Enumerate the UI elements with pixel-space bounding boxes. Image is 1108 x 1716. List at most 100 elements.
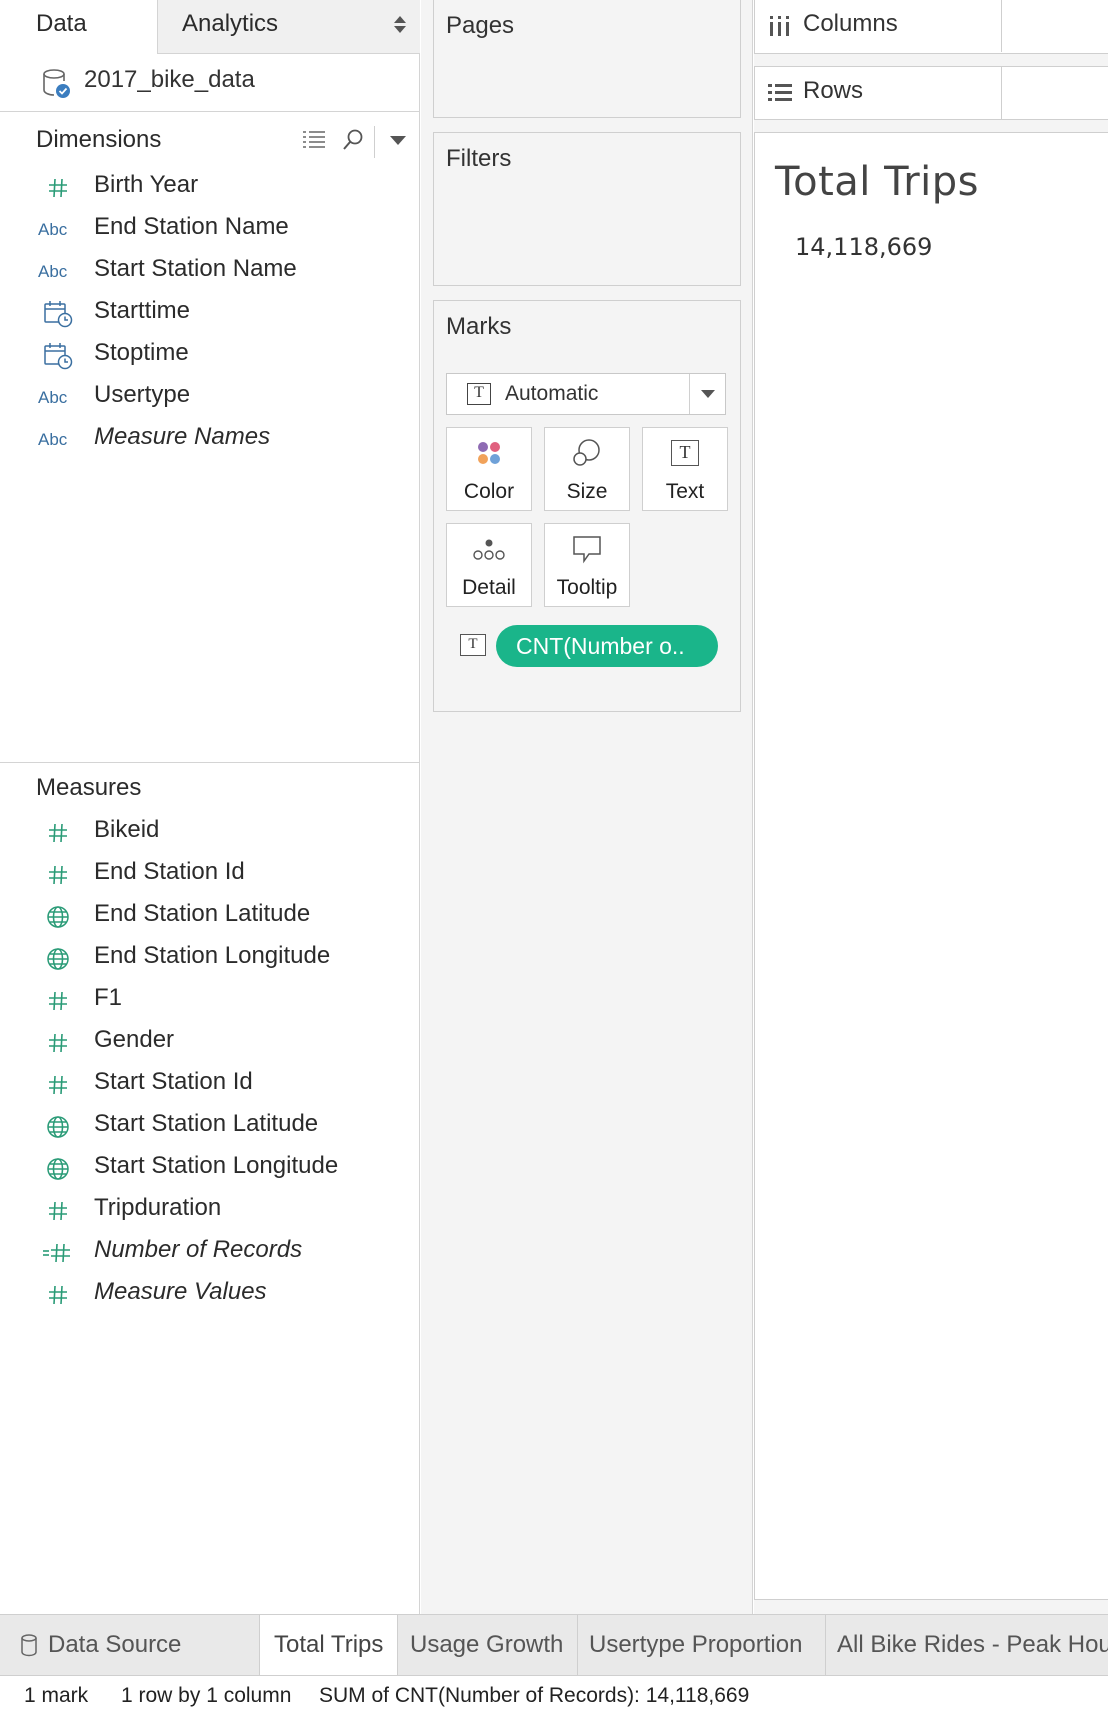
color-icon <box>478 442 500 464</box>
field-item[interactable]: Bikeid <box>0 812 420 854</box>
tab-peak-hours[interactable]: All Bike Rides - Peak Hou <box>826 1615 1108 1675</box>
text-label: Text <box>665 480 705 503</box>
field-name: End Station Name <box>94 213 289 240</box>
tab-data[interactable]: Data <box>0 0 158 54</box>
data-pane: Data Analytics 2017_bike_data Dimensions <box>0 0 420 1614</box>
field-item[interactable]: Abc Start Station Name <box>0 251 420 293</box>
field-name: Usertype <box>94 381 191 408</box>
tab-usertype-proportion[interactable]: Usertype Proportion <box>578 1615 826 1675</box>
abc-icon: Abc <box>38 388 68 407</box>
columns-label: Columns <box>803 10 898 37</box>
list-view-icon[interactable] <box>302 130 326 150</box>
field-item[interactable]: End Station Longitude <box>0 938 420 980</box>
hash-icon <box>38 1196 78 1226</box>
tab-usage-growth[interactable]: Usage Growth <box>398 1615 578 1675</box>
viz-title: Total Trips <box>775 159 979 205</box>
globe-icon <box>38 1112 78 1142</box>
search-icon[interactable] <box>342 128 364 152</box>
pages-shelf[interactable]: Pages <box>433 0 741 118</box>
field-name: Birth Year <box>94 171 199 198</box>
abc-icon: Abc <box>38 262 68 281</box>
size-button[interactable]: Size <box>544 427 630 511</box>
field-name: End Station Latitude <box>94 900 311 927</box>
field-name: Stoptime <box>94 339 189 366</box>
tab-total-trips[interactable]: Total Trips <box>260 1615 398 1675</box>
sheet-tab-bar: Data Source Total Trips Usage Growth Use… <box>0 1614 1108 1676</box>
tab-total-trips-label: Total Trips <box>274 1631 384 1658</box>
rows-label: Rows <box>803 77 864 104</box>
globe-icon <box>38 902 78 932</box>
columns-shelf[interactable]: Columns <box>754 0 1108 54</box>
rows-shelf[interactable]: Rows <box>754 66 1108 120</box>
tab-analytics-label: Analytics <box>182 10 279 37</box>
field-item[interactable]: Abc Usertype <box>0 377 420 419</box>
field-name: Measure Names <box>94 423 271 450</box>
status-sum: SUM of CNT(Number of Records): 14,118,66… <box>319 1684 750 1707</box>
tools-divider <box>374 126 375 158</box>
database-icon <box>21 1634 37 1657</box>
field-item[interactable]: Gender <box>0 1022 420 1064</box>
chevron-down-icon[interactable] <box>701 390 715 398</box>
field-item[interactable]: Tripduration <box>0 1190 420 1232</box>
tab-peak-hours-label: All Bike Rides - Peak Hou <box>837 1631 1108 1658</box>
dimensions-header: Dimensions <box>36 126 162 153</box>
cnt-number-of-records-pill[interactable]: CNT(Number o.. <box>496 625 718 667</box>
mark-type-value: Automatic <box>505 382 599 405</box>
calendar-clock-icon <box>38 341 78 371</box>
hash-icon <box>38 1070 78 1100</box>
field-name: Starttime <box>94 297 191 324</box>
field-item[interactable]: Start Station Latitude <box>0 1106 420 1148</box>
text-button[interactable]: T Text <box>642 427 728 511</box>
text-mark-icon: T <box>467 383 491 405</box>
field-item[interactable]: Measure Values <box>0 1274 420 1316</box>
tooltip-icon <box>573 536 601 564</box>
datasource-name: 2017_bike_data <box>84 66 255 93</box>
color-button[interactable]: Color <box>446 427 532 511</box>
filters-shelf[interactable]: Filters <box>433 132 741 286</box>
field-item[interactable]: Birth Year <box>0 167 420 209</box>
marks-field-row: T CNT(Number o.. <box>446 625 736 669</box>
field-item[interactable]: Starttime <box>0 293 420 335</box>
tab-analytics[interactable]: Analytics <box>157 0 420 54</box>
measures-header: Measures <box>36 774 142 801</box>
size-icon <box>573 439 600 466</box>
mark-type-dropdown[interactable]: T Automatic <box>446 373 726 415</box>
field-item[interactable]: Start Station Id <box>0 1064 420 1106</box>
viz-canvas[interactable]: Total Trips 14,118,669 <box>754 132 1108 1600</box>
marks-card: Marks T Automatic Color Size T Text Deta… <box>433 300 741 712</box>
hash-icon <box>38 1280 78 1310</box>
tab-data-source[interactable]: Data Source <box>0 1615 260 1675</box>
globe-icon <box>38 944 78 974</box>
measures-divider <box>0 762 420 763</box>
detail-button[interactable]: Detail <box>446 523 532 607</box>
hash-icon <box>38 986 78 1016</box>
field-item[interactable]: Stoptime <box>0 335 420 377</box>
rows-icon <box>768 84 792 101</box>
field-name: F1 <box>94 984 123 1011</box>
tooltip-label: Tooltip <box>556 576 618 599</box>
dimensions-menu-arrow-icon[interactable] <box>390 136 406 145</box>
field-item[interactable]: F1 <box>0 980 420 1022</box>
datasource-row[interactable]: 2017_bike_data <box>0 54 420 112</box>
tab-data-source-label: Data Source <box>48 1631 182 1658</box>
pane-tabs: Data Analytics <box>0 0 420 54</box>
field-item[interactable]: Abc Measure Names <box>0 419 420 461</box>
marks-title: Marks <box>446 313 512 340</box>
tab-usage-growth-label: Usage Growth <box>410 1631 564 1658</box>
field-item[interactable]: Number of Records <box>0 1232 420 1274</box>
field-item[interactable]: Abc End Station Name <box>0 209 420 251</box>
shelves-pane: Pages Filters Marks T Automatic Color Si… <box>421 0 753 1614</box>
abc-icon: Abc <box>38 220 68 239</box>
total-trips-value[interactable]: 14,118,669 <box>795 233 932 261</box>
measures-list: Bikeid End Station Id End Station Latitude… <box>0 812 420 1316</box>
field-item[interactable]: Start Station Longitude <box>0 1148 420 1190</box>
up-down-arrows-icon[interactable] <box>394 16 406 36</box>
field-name: Gender <box>94 1026 175 1053</box>
pages-title: Pages <box>446 12 515 39</box>
field-item[interactable]: End Station Latitude <box>0 896 420 938</box>
field-item[interactable]: End Station Id <box>0 854 420 896</box>
tooltip-button[interactable]: Tooltip <box>544 523 630 607</box>
text-encoding-icon[interactable]: T <box>460 634 486 656</box>
text-icon: T <box>671 440 699 466</box>
status-mark-count: 1 mark <box>24 1684 89 1707</box>
